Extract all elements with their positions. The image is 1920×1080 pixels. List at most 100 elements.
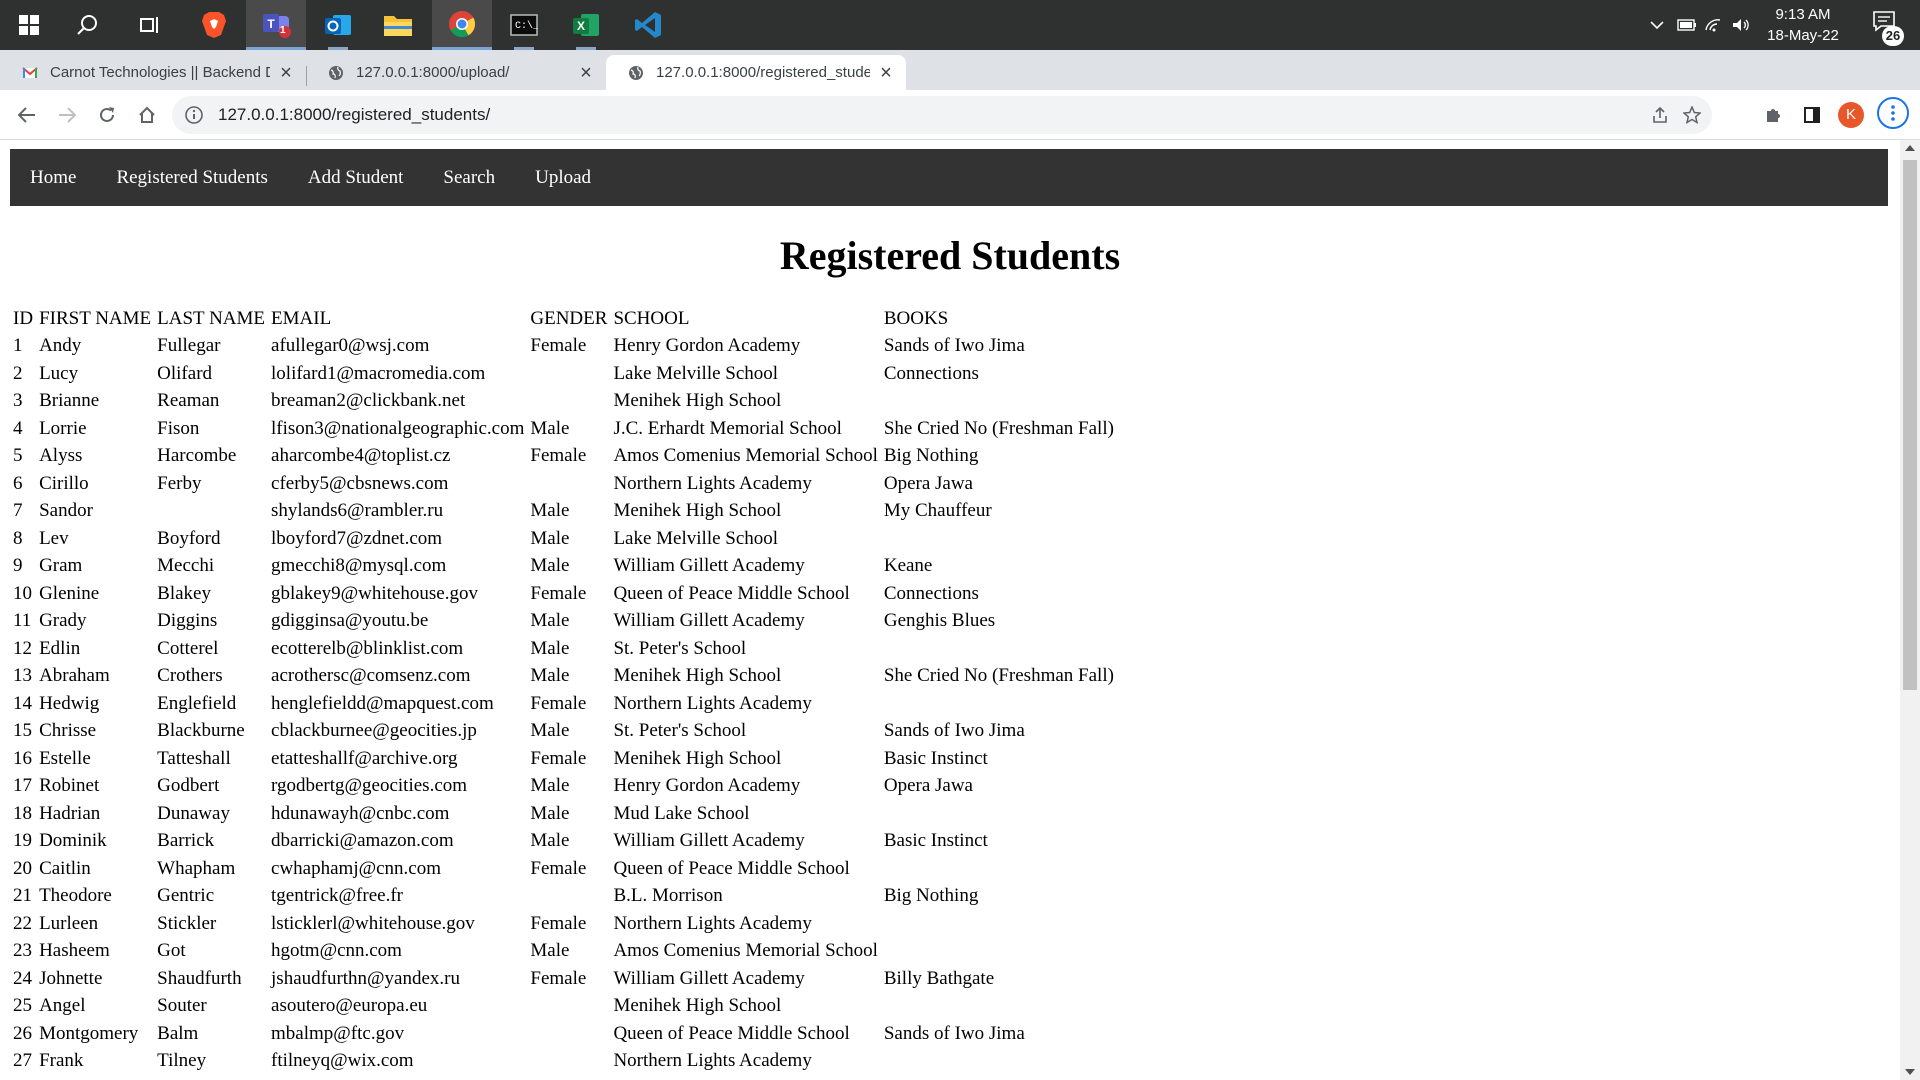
cell-id: 13 — [13, 665, 32, 686]
network-indicator[interactable] — [1700, 0, 1726, 50]
back-button[interactable] — [11, 99, 43, 131]
nav-link-registered-students[interactable]: Registered Students — [96, 149, 287, 206]
taskbar-excel[interactable]: X — [558, 0, 614, 50]
scrollbar-thumb[interactable] — [1903, 160, 1917, 690]
cell-books: Connections — [883, 362, 979, 384]
nav-link-search[interactable]: Search — [423, 149, 515, 206]
cell-school: Amos Comenius Memorial School — [613, 445, 878, 466]
cell-first-name: Grady — [39, 610, 87, 631]
table-row: 12 Edlin Cotterel ecotterelb@blinklist.com M… — [10, 638, 1117, 666]
taskbar-clock[interactable]: 9:13 AM 18-May-22 — [1758, 4, 1848, 46]
cell-email: shylands6@rambler.ru — [271, 500, 444, 521]
tab-close-icon[interactable]: × — [878, 63, 894, 83]
cell-last-name: Boyford — [157, 527, 221, 549]
taskbar-search-button[interactable] — [62, 0, 114, 50]
cell-email: rgodbertg@geocities.com — [271, 775, 468, 796]
wifi-icon — [1705, 19, 1721, 32]
cell-books: Opera Jawa — [883, 472, 973, 494]
excel-icon: X — [573, 14, 599, 36]
cell-books: Basic Instinct — [883, 830, 988, 851]
tab-close-icon[interactable]: × — [578, 63, 594, 83]
cell-books — [881, 528, 1117, 556]
taskbar-file-explorer[interactable] — [370, 0, 426, 50]
table-header-row: ID FIRST NAME LAST NAME EMAIL GENDER SCHOOL BO… — [10, 308, 1117, 335]
cell-books — [881, 390, 1117, 418]
taskbar-outlook[interactable] — [310, 0, 366, 50]
cell-last-name: Blackburne — [157, 720, 245, 741]
extensions-button[interactable] — [1758, 100, 1788, 130]
table-row: 25 Angel Souter asoutero@europa.eu Menihek H… — [10, 995, 1117, 1023]
taskbar-chrome[interactable] — [432, 0, 492, 50]
cell-email: lsticklerl@whitehouse.gov — [271, 912, 475, 934]
address-bar[interactable]: 127.0.0.1:8000/registered_students/ — [172, 96, 1712, 134]
windows-taskbar: T 1 C:\_ X 9:13 AM 18-May-22 26 — [0, 0, 1920, 50]
cell-last-name: Diggins — [157, 610, 218, 631]
cell-books: Big Nothing — [883, 445, 979, 466]
table-row: 27 Frank Tilney ftilneyq@wix.com Northern Li… — [10, 1050, 1117, 1078]
cell-email: gdigginsa@youtu.be — [271, 610, 429, 631]
table-row: 24 Johnette Shaudfurth jshaudfurthn@yandex.… — [10, 968, 1117, 996]
taskbar-brave[interactable] — [186, 0, 242, 50]
table-row: 2 Lucy Olifard lolifard1@macromedia.com Lake… — [10, 363, 1117, 391]
search-icon — [77, 15, 97, 35]
cell-last-name: Olifard — [157, 362, 213, 384]
info-icon[interactable] — [184, 105, 204, 125]
cell-gender: Male — [530, 802, 570, 824]
cell-email: lolifard1@macromedia.com — [271, 362, 486, 384]
table-row: 21 Theodore Gentric tgentrick@free.fr B.L. M… — [10, 885, 1117, 913]
cell-id: 23 — [13, 940, 32, 961]
cell-first-name: Sandor — [39, 500, 93, 521]
chrome-menu-button[interactable] — [1877, 97, 1909, 129]
bookmark-button[interactable] — [1680, 103, 1704, 127]
tab-close-icon[interactable]: × — [278, 63, 294, 83]
taskbar-vscode[interactable] — [620, 0, 676, 50]
cell-last-name: Balm — [157, 1022, 199, 1044]
task-view-button[interactable] — [124, 0, 176, 50]
show-hidden-icons-button[interactable] — [1644, 0, 1670, 50]
cell-school: Lake Melville School — [613, 527, 779, 549]
share-button[interactable] — [1648, 103, 1672, 127]
terminal-icon: C:\_ — [510, 14, 538, 36]
cell-books: Basic Instinct — [883, 747, 988, 769]
profile-avatar[interactable]: K — [1838, 102, 1864, 128]
start-button[interactable] — [0, 0, 58, 50]
cell-school: Menihek High School — [613, 995, 782, 1016]
cell-books: She Cried No (Freshman Fall) — [883, 665, 1114, 686]
scroll-down-arrow-icon[interactable] — [1905, 1069, 1915, 1075]
teams-icon: T — [263, 13, 291, 38]
battery-indicator[interactable] — [1674, 0, 1700, 50]
vertical-scrollbar[interactable] — [1900, 140, 1920, 1080]
nav-link-home[interactable]: Home — [10, 149, 96, 206]
tab-upload[interactable]: 127.0.0.1:8000/upload/ × — [306, 55, 606, 90]
cell-email: breaman2@clickbank.net — [271, 390, 466, 411]
cell-first-name: Robinet — [39, 775, 100, 796]
clock-date: 18-May-22 — [1767, 27, 1839, 44]
column-header-school: SCHOOL — [613, 308, 690, 329]
table-row: 26 Montgomery Balm mbalmp@ftc.gov Queen of P… — [10, 1023, 1117, 1051]
table-row: 8 Lev Boyford lboyford7@zdnet.com Male Lake M… — [10, 528, 1117, 556]
tab-registered-students[interactable]: 127.0.0.1:8000/registered_studen × — [606, 55, 906, 90]
cell-last-name: Barrick — [157, 830, 215, 851]
forward-button[interactable] — [51, 99, 83, 131]
cell-first-name: Gram — [39, 555, 83, 576]
cell-id: 2 — [13, 362, 23, 384]
volume-indicator[interactable] — [1728, 0, 1754, 50]
chevron-up-icon — [1650, 21, 1664, 30]
taskbar-teams[interactable]: T 1 — [246, 0, 306, 50]
column-header-books: BOOKS — [883, 308, 949, 329]
cell-school: William Gillett Academy — [613, 967, 805, 989]
scroll-up-arrow-icon[interactable] — [1905, 145, 1915, 151]
nav-link-upload[interactable]: Upload — [515, 149, 611, 206]
tab-gmail[interactable]: Carnot Technologies || Backend D × — [0, 55, 306, 90]
cell-gender — [527, 1023, 610, 1051]
cell-books — [881, 913, 1117, 941]
side-panel-button[interactable] — [1797, 100, 1827, 130]
reload-button[interactable] — [91, 99, 123, 131]
home-button[interactable] — [131, 99, 163, 131]
nav-link-add-student[interactable]: Add Student — [288, 149, 424, 206]
cell-school: Henry Gordon Academy — [613, 775, 801, 796]
cell-school: William Gillett Academy — [613, 555, 805, 576]
taskbar-terminal[interactable]: C:\_ — [496, 0, 552, 50]
svg-text:T: T — [267, 17, 275, 31]
cell-gender: Female — [530, 692, 587, 714]
